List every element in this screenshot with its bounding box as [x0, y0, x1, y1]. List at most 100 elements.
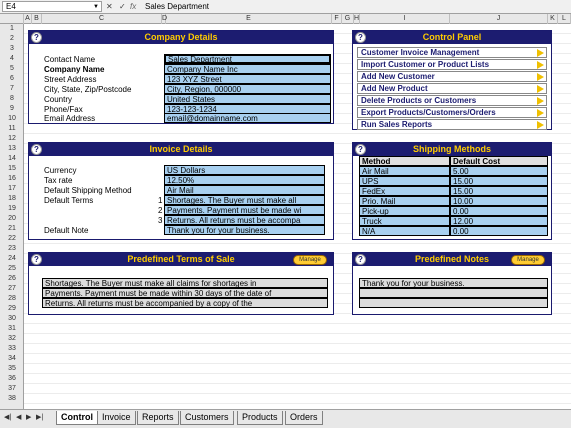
row-header[interactable]: 34	[0, 354, 24, 364]
tax-rate-field[interactable]: 12.50%	[164, 175, 325, 185]
shipping-method-cell[interactable]: UPS	[359, 176, 450, 186]
help-icon[interactable]: ?	[355, 144, 366, 155]
default-note-field[interactable]: Thank you for your business.	[164, 225, 325, 235]
tab-control[interactable]: Control	[56, 411, 98, 425]
export-button[interactable]: Export Products/Customers/Orders	[357, 107, 547, 118]
row-header[interactable]: 18	[0, 194, 24, 204]
column-header[interactable]: E	[166, 14, 332, 24]
row-header[interactable]: 26	[0, 274, 24, 284]
manage-terms-button[interactable]: Manage	[293, 255, 327, 265]
shipping-method-cell[interactable]: N/A	[359, 226, 450, 236]
column-header[interactable]: C	[42, 14, 162, 24]
next-sheet-icon[interactable]: ▶	[26, 413, 31, 421]
row-header[interactable]: 21	[0, 224, 24, 234]
row-header[interactable]: 7	[0, 84, 24, 94]
row-header[interactable]: 20	[0, 214, 24, 224]
select-all-corner[interactable]	[0, 14, 24, 24]
note-line-empty[interactable]	[359, 298, 548, 308]
column-header[interactable]: K	[548, 14, 558, 24]
shipping-cost-cell[interactable]: 12.00	[450, 216, 548, 226]
column-header[interactable]: G	[342, 14, 354, 24]
row-header[interactable]: 25	[0, 264, 24, 274]
tab-invoice[interactable]: Invoice	[97, 411, 136, 425]
currency-field[interactable]: US Dollars	[164, 165, 325, 175]
column-header[interactable]: I	[360, 14, 450, 24]
confirm-icon[interactable]: ✓	[119, 1, 126, 12]
row-header[interactable]: 11	[0, 124, 24, 134]
row-header[interactable]: 23	[0, 244, 24, 254]
shipping-method-cell[interactable]: Pick-up	[359, 206, 450, 216]
row-header[interactable]: 8	[0, 94, 24, 104]
row-header[interactable]: 14	[0, 154, 24, 164]
help-icon[interactable]: ?	[31, 144, 42, 155]
customer-invoice-management-button[interactable]: Customer Invoice Management	[357, 47, 547, 58]
row-header[interactable]: 17	[0, 184, 24, 194]
shipping-cost-cell[interactable]: 15.00	[450, 186, 548, 196]
row-header[interactable]: 19	[0, 204, 24, 214]
tab-orders[interactable]: Orders	[285, 411, 323, 425]
row-header[interactable]: 24	[0, 254, 24, 264]
last-sheet-icon[interactable]: ▶|	[36, 413, 43, 421]
cancel-icon[interactable]: ✕	[106, 1, 113, 12]
term-field-3[interactable]: Returns. All returns must be accompa	[164, 215, 325, 225]
tab-reports[interactable]: Reports	[137, 411, 179, 425]
row-header[interactable]: 38	[0, 394, 24, 404]
contact-name-field[interactable]: Sales Department	[164, 54, 331, 64]
row-header[interactable]: 32	[0, 334, 24, 344]
row-header[interactable]: 4	[0, 54, 24, 64]
row-header[interactable]: 13	[0, 144, 24, 154]
column-header[interactable]: L	[558, 14, 571, 24]
row-header[interactable]: 5	[0, 64, 24, 74]
row-header[interactable]: 16	[0, 174, 24, 184]
first-sheet-icon[interactable]: ◀|	[4, 413, 11, 421]
row-header[interactable]: 2	[0, 34, 24, 44]
row-header[interactable]: 1	[0, 24, 24, 34]
shipping-method-cell[interactable]: Truck	[359, 216, 450, 226]
row-header[interactable]: 12	[0, 134, 24, 144]
column-header[interactable]: B	[32, 14, 42, 24]
add-customer-button[interactable]: Add New Customer	[357, 71, 547, 82]
row-header[interactable]: 3	[0, 44, 24, 54]
run-reports-button[interactable]: Run Sales Reports	[357, 119, 547, 130]
shipping-method-cell[interactable]: FedEx	[359, 186, 450, 196]
row-header[interactable]: 15	[0, 164, 24, 174]
street-address-field[interactable]: 123 XYZ Street	[164, 74, 331, 84]
delete-button[interactable]: Delete Products or Customers	[357, 95, 547, 106]
country-field[interactable]: United States	[164, 94, 331, 104]
tab-products[interactable]: Products	[237, 411, 283, 425]
shipping-method-cell[interactable]: Air Mail	[359, 166, 450, 176]
note-line-empty[interactable]	[359, 288, 548, 298]
email-field[interactable]: email@domainname.com	[164, 113, 331, 123]
shipping-cost-cell[interactable]: 5.00	[450, 166, 548, 176]
manage-notes-button[interactable]: Manage	[511, 255, 545, 265]
function-icon[interactable]: fx	[130, 1, 136, 12]
shipping-method-cell[interactable]: Prio. Mail	[359, 196, 450, 206]
term-line[interactable]: Returns. All returns must be accompanied…	[42, 298, 328, 308]
chevron-down-icon[interactable]: ▼	[93, 2, 99, 12]
company-name-field[interactable]: Company Name Inc	[164, 64, 331, 74]
shipping-cost-cell[interactable]: 0.00	[450, 206, 548, 216]
help-icon[interactable]: ?	[31, 254, 42, 265]
term-field-1[interactable]: Shortages. The Buyer must make all	[164, 195, 325, 205]
help-icon[interactable]: ?	[355, 254, 366, 265]
column-header[interactable]: A	[24, 14, 32, 24]
import-lists-button[interactable]: Import Customer or Product Lists	[357, 59, 547, 70]
help-icon[interactable]: ?	[355, 32, 366, 43]
help-icon[interactable]: ?	[31, 32, 42, 43]
name-box[interactable]: E4 ▼	[2, 1, 102, 12]
shipping-cost-cell[interactable]: 10.00	[450, 196, 548, 206]
note-line[interactable]: Thank you for your business.	[359, 278, 548, 288]
row-header[interactable]: 22	[0, 234, 24, 244]
row-header[interactable]: 28	[0, 294, 24, 304]
row-header[interactable]: 27	[0, 284, 24, 294]
row-header[interactable]: 31	[0, 324, 24, 334]
column-header[interactable]: F	[332, 14, 342, 24]
row-header[interactable]: 33	[0, 344, 24, 354]
shipping-method-field[interactable]: Air Mail	[164, 185, 325, 195]
shipping-cost-cell[interactable]: 15.00	[450, 176, 548, 186]
formula-input[interactable]: Sales Department	[145, 1, 209, 12]
row-header[interactable]: 36	[0, 374, 24, 384]
row-header[interactable]: 37	[0, 384, 24, 394]
city-field[interactable]: City, Region, 000000	[164, 84, 331, 94]
row-header[interactable]: 10	[0, 114, 24, 124]
